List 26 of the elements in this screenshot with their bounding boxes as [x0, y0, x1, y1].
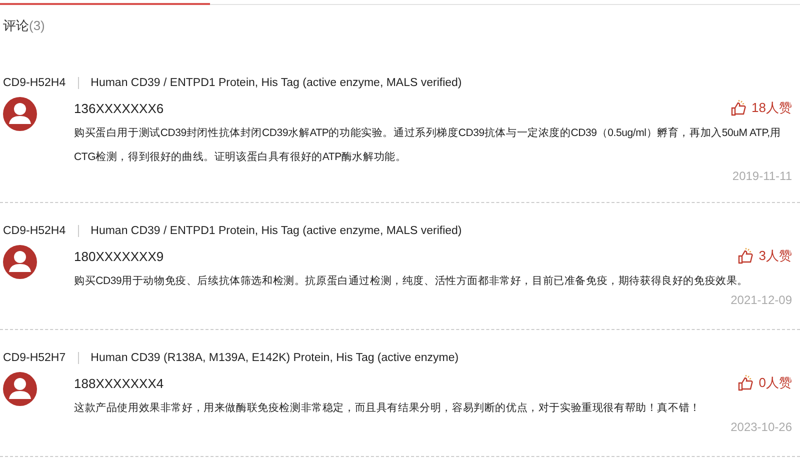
- like-count: 3人赞: [758, 247, 792, 265]
- avatar-icon: [3, 372, 37, 406]
- product-name[interactable]: Human CD39 (R138A, M139A, E142K) Protein, His Tag (active enzyme): [90, 352, 459, 364]
- product-name[interactable]: Human CD39 / ENTPD1 Protein, His Tag (active enzyme, MALS verified): [90, 225, 462, 237]
- user-name: 188XXXXXXX4: [74, 376, 164, 390]
- review-date: 2023-10-26: [730, 420, 792, 434]
- like-count: 0人赞: [758, 374, 792, 392]
- review-text: 购买蛋白用于测试CD39封闭性抗体封闭CD39水解ATP的功能实验。通过系列梯度CD39抗体与一定浓度的CD39（0.5ug/ml）孵育，再加入50uM ATP,用CTG检测，得到很好的曲线。证明该蛋白具有很好的ATP酶水解功能。: [74, 126, 782, 165]
- like-count: 18人赞: [752, 99, 792, 117]
- avatar-icon: [3, 97, 37, 131]
- product-code: CD9-H52H7: [3, 352, 66, 364]
- review-text: 这款产品使用效果非常好，用来做酶联免疫检测非常稳定，而且具有结果分明，容易判断的优点，对于实验重现很有帮助！真不错！: [74, 401, 702, 416]
- avatar-icon: [3, 245, 37, 279]
- product-code: CD9-H52H4: [3, 77, 66, 89]
- review-date: 2021-12-09: [730, 293, 792, 307]
- review-text: 购买CD39用于动物免疫、后续抗体筛选和检测。抗原蛋白通过检测，纯度、活性方面都非常好，目前已准备免疫，期待获得良好的免疫效果。: [74, 274, 750, 289]
- thumbs-up-icon[interactable]: [736, 375, 753, 391]
- thumbs-up-icon[interactable]: [736, 248, 753, 264]
- product-name[interactable]: Human CD39 / ENTPD1 Protein, His Tag (active enzyme, MALS verified): [90, 77, 462, 89]
- thumbs-up-icon[interactable]: [730, 100, 746, 116]
- comments-count: (3): [29, 18, 45, 33]
- user-name: 180XXXXXXX9: [74, 248, 164, 264]
- user-name: 136XXXXXXX6: [74, 100, 164, 116]
- product-code: CD9-H52H4: [3, 225, 66, 237]
- comments-title: 评论: [3, 17, 29, 35]
- review-date: 2019-11-11: [732, 169, 792, 183]
